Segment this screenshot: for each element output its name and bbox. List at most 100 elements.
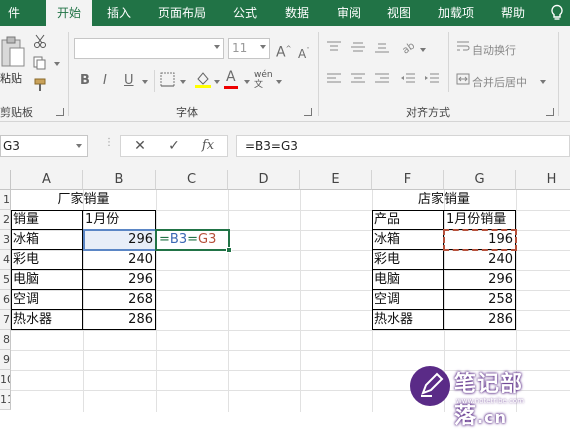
tab-review[interactable]: 审阅 <box>328 0 370 26</box>
cell-b2[interactable]: 1月份 <box>83 210 156 230</box>
tab-help[interactable]: 帮助 <box>492 0 534 26</box>
decrease-font-icon[interactable]: Aˇ <box>298 44 310 61</box>
font-color-icon[interactable]: A <box>226 70 236 84</box>
name-box[interactable]: G3 <box>0 135 88 157</box>
cell-b6[interactable]: 268 <box>83 290 156 310</box>
column-header-a[interactable]: A <box>11 170 83 190</box>
left-table-title[interactable]: 厂家销量 <box>11 190 156 210</box>
align-top-icon[interactable] <box>326 40 342 54</box>
paste-icon[interactable] <box>0 34 26 70</box>
right-table-title[interactable]: 店家销量 <box>372 190 516 210</box>
tab-data[interactable]: 数据 <box>276 0 318 26</box>
lightbulb-icon[interactable] <box>548 4 566 22</box>
cell-a3[interactable]: 冰箱 <box>11 230 83 250</box>
increase-indent-icon[interactable] <box>424 72 440 86</box>
cell-b7[interactable]: 286 <box>83 310 156 330</box>
active-cell-editor[interactable]: =B3=G3 <box>157 231 216 249</box>
enter-icon[interactable]: ✓ <box>161 136 187 156</box>
row-header-9[interactable]: 9 <box>0 350 11 370</box>
row-header-10[interactable]: 10 <box>0 370 11 390</box>
active-cell-c3[interactable]: =B3=G3 <box>155 229 232 253</box>
align-right-icon[interactable] <box>374 72 390 86</box>
copy-icon[interactable] <box>33 56 47 70</box>
row-header-8[interactable]: 8 <box>0 330 11 350</box>
wrap-text-label[interactable]: 自动换行 <box>472 42 516 58</box>
insert-function-icon[interactable]: fx <box>195 136 221 156</box>
decrease-indent-icon[interactable] <box>400 72 416 86</box>
alignment-launcher-icon[interactable] <box>546 108 554 116</box>
borders-dropdown-icon[interactable] <box>180 80 186 84</box>
cell-f6[interactable]: 空调 <box>372 290 444 310</box>
column-header-d[interactable]: D <box>228 170 300 190</box>
cell-a2[interactable]: 销量 <box>11 210 83 230</box>
phonetic-dropdown-icon[interactable] <box>276 80 282 84</box>
borders-icon[interactable] <box>160 72 176 88</box>
orientation-dropdown-icon[interactable] <box>420 48 426 52</box>
cell-b3[interactable]: 296 <box>83 230 156 250</box>
tab-home[interactable]: 开始 <box>46 0 92 27</box>
increase-font-icon[interactable]: A^ <box>276 42 291 60</box>
tab-addins[interactable]: 加载项 <box>428 0 484 26</box>
cell-f2[interactable]: 产品 <box>372 210 444 230</box>
orientation-icon[interactable]: ab <box>400 38 418 54</box>
column-header-h[interactable]: H <box>516 170 570 190</box>
underline-button[interactable]: U <box>124 74 134 88</box>
formula-bar-grip-icon[interactable]: ⋮ <box>104 138 114 148</box>
row-header-5[interactable]: 5 <box>0 270 11 290</box>
font-launcher-icon[interactable] <box>304 108 312 116</box>
row-header-4[interactable]: 4 <box>0 250 11 270</box>
column-header-e[interactable]: E <box>300 170 372 190</box>
cell-f7[interactable]: 热水器 <box>372 310 444 330</box>
font-name-select[interactable] <box>74 38 224 59</box>
tab-insert[interactable]: 插入 <box>98 0 140 26</box>
tab-formulas[interactable]: 公式 <box>224 0 266 26</box>
cell-f4[interactable]: 彩电 <box>372 250 444 270</box>
row-header-7[interactable]: 7 <box>0 310 11 330</box>
row-header-6[interactable]: 6 <box>0 290 11 310</box>
cell-b4[interactable]: 240 <box>83 250 156 270</box>
cell-g6[interactable]: 258 <box>444 290 516 310</box>
underline-dropdown-icon[interactable] <box>142 80 148 84</box>
formula-input[interactable]: =B3=G3 <box>236 135 570 157</box>
column-header-b[interactable]: B <box>83 170 156 190</box>
cell-a6[interactable]: 空调 <box>11 290 83 310</box>
cell-g5[interactable]: 296 <box>444 270 516 290</box>
font-size-select[interactable]: 11 <box>228 38 270 59</box>
align-bottom-icon[interactable] <box>374 40 390 54</box>
phonetic-icon[interactable]: wén 文 <box>254 70 273 90</box>
cancel-icon[interactable]: ✕ <box>127 136 153 156</box>
font-color-dropdown-icon[interactable] <box>244 80 250 84</box>
name-box-dropdown-icon[interactable] <box>76 144 82 148</box>
column-header-f[interactable]: F <box>372 170 444 190</box>
merge-center-icon[interactable] <box>456 72 470 86</box>
row-header-2[interactable]: 2 <box>0 210 11 230</box>
tab-file[interactable]: 件 <box>0 0 28 26</box>
fill-handle[interactable] <box>226 247 232 253</box>
row-header-11[interactable]: 11 <box>0 390 11 410</box>
row-header-1[interactable]: 1 <box>0 190 11 210</box>
align-center-icon[interactable] <box>350 72 366 86</box>
align-left-icon[interactable] <box>326 72 342 86</box>
tab-view[interactable]: 视图 <box>378 0 420 26</box>
tab-page-layout[interactable]: 页面布局 <box>150 0 214 26</box>
cell-f5[interactable]: 电脑 <box>372 270 444 290</box>
column-header-g[interactable]: G <box>444 170 516 190</box>
cell-a5[interactable]: 电脑 <box>11 270 83 290</box>
align-middle-icon[interactable] <box>350 40 366 54</box>
cell-g3[interactable]: 196 <box>444 230 516 250</box>
row-header-3[interactable]: 3 <box>0 230 11 250</box>
cell-g2[interactable]: 1月份销量 <box>444 210 516 230</box>
clipboard-launcher-icon[interactable] <box>56 108 64 116</box>
cell-a4[interactable]: 彩电 <box>11 250 83 270</box>
merge-center-label[interactable]: 合并后居中 <box>472 74 527 90</box>
fill-color-icon[interactable] <box>194 70 212 88</box>
fill-color-dropdown-icon[interactable] <box>214 80 220 84</box>
merge-dropdown-icon[interactable] <box>540 80 546 84</box>
italic-button[interactable]: I <box>103 74 107 88</box>
select-all-corner[interactable] <box>0 170 11 190</box>
cell-g4[interactable]: 240 <box>444 250 516 270</box>
cell-a7[interactable]: 热水器 <box>11 310 83 330</box>
format-painter-icon[interactable] <box>33 78 47 92</box>
cut-icon[interactable] <box>33 34 47 48</box>
bold-button[interactable]: B <box>80 74 90 88</box>
